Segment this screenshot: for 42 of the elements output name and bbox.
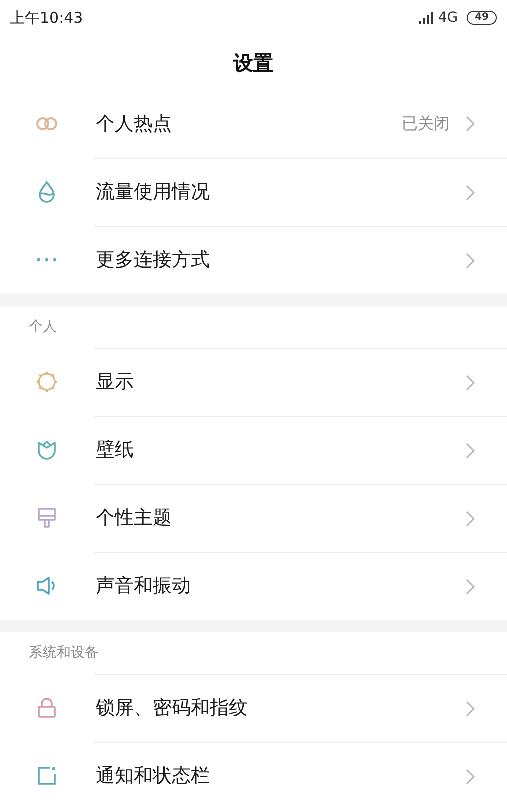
row-label: 个人热点 xyxy=(95,112,173,137)
section-header: 个人 xyxy=(29,318,57,336)
row-label: 个性主题 xyxy=(95,506,173,532)
brush-icon xyxy=(37,507,57,529)
settings-row[interactable]: 流量使用情况 xyxy=(0,158,507,226)
chevron-icon xyxy=(466,252,475,268)
drop-icon xyxy=(38,181,56,203)
row-label: 声音和振动 xyxy=(95,574,192,600)
page-title: 设置 xyxy=(234,50,274,77)
rings-icon xyxy=(36,117,58,131)
battery-level: 49 xyxy=(467,11,497,25)
row-value: 已关闭 xyxy=(402,113,450,135)
chevron-icon xyxy=(466,184,475,200)
network-type: 4G xyxy=(438,8,458,28)
lock-icon xyxy=(37,697,57,719)
settings-row[interactable]: 通知和状态栏 xyxy=(0,742,507,800)
dots-icon xyxy=(37,258,57,262)
settings-row[interactable]: 显示 xyxy=(0,348,507,416)
tulip-icon xyxy=(37,440,57,460)
chevron-icon xyxy=(466,578,475,594)
chevron-icon xyxy=(466,700,475,716)
chevron-icon xyxy=(466,374,475,390)
row-label: 壁纸 xyxy=(95,438,135,464)
chevron-icon xyxy=(466,116,475,132)
chevron-icon xyxy=(466,442,475,458)
signal-icon xyxy=(419,12,436,24)
settings-row[interactable]: 锁屏、密码和指纹 xyxy=(0,674,507,742)
row-label: 流量使用情况 xyxy=(95,180,211,206)
row-label: 显示 xyxy=(95,370,135,396)
notification-icon xyxy=(37,766,57,786)
chevron-icon xyxy=(466,510,475,526)
speaker-icon xyxy=(36,576,58,596)
settings-row[interactable]: 个人热点 已关闭 xyxy=(0,90,507,158)
status-time: 上午10:43 xyxy=(10,8,84,29)
row-label: 更多连接方式 xyxy=(95,248,211,274)
settings-row[interactable]: 壁纸 xyxy=(0,416,507,484)
chevron-icon xyxy=(466,768,475,784)
settings-row[interactable]: 个性主题 xyxy=(0,484,507,552)
row-label: 锁屏、密码和指纹 xyxy=(95,696,249,722)
sun-icon xyxy=(35,370,59,394)
section-header: 系统和设备 xyxy=(29,644,99,662)
row-label: 通知和状态栏 xyxy=(95,764,211,790)
